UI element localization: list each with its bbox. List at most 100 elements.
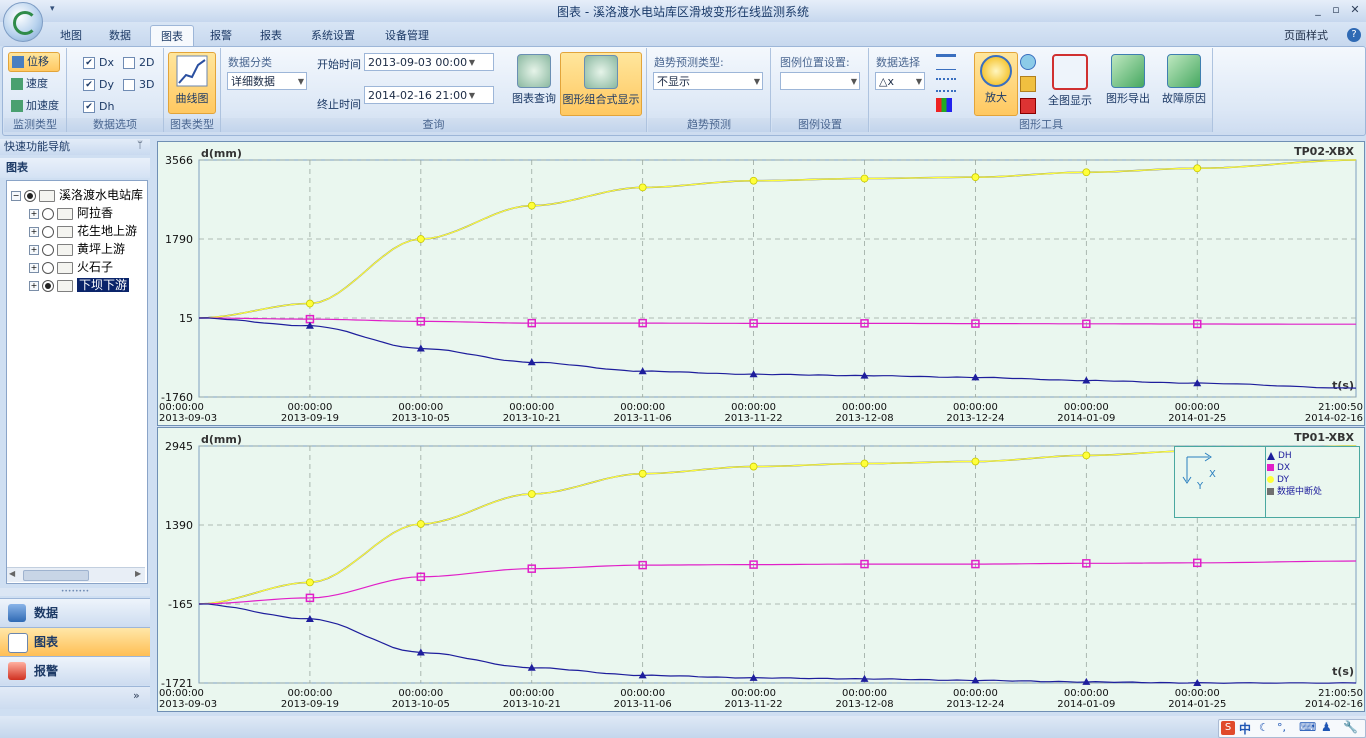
group-legend: 图例位置设置: ▼ 图例设置 bbox=[772, 48, 869, 132]
radio-icon[interactable] bbox=[42, 261, 54, 274]
expand-icon[interactable]: + bbox=[29, 226, 39, 237]
tree-node-huoshizi[interactable]: + 火石子 bbox=[29, 258, 113, 276]
tree-node-xiaba[interactable]: + 下坝下游 bbox=[29, 276, 130, 294]
group-trend: 趋势预测类型: 不显示 ▼ 趋势预测 bbox=[648, 48, 771, 132]
help-icon[interactable]: ? bbox=[1347, 28, 1361, 42]
maximize-button[interactable]: ▫ bbox=[1328, 2, 1344, 18]
expand-icon[interactable]: + bbox=[29, 208, 39, 219]
dh-checkbox[interactable]: ✔ Dh bbox=[83, 98, 114, 116]
pan-icon[interactable] bbox=[1020, 76, 1036, 92]
tab-map[interactable]: 地图 bbox=[52, 25, 90, 46]
page-style-menu[interactable]: 页面样式 bbox=[1284, 25, 1328, 46]
tree-node-root[interactable]: − 溪洛渡水电站库 bbox=[11, 186, 143, 204]
acceleration-button[interactable]: 加速度 bbox=[8, 97, 66, 115]
tree-node-alaxiang[interactable]: + 阿拉香 bbox=[29, 204, 113, 222]
tab-system-settings[interactable]: 系统设置 bbox=[302, 25, 364, 46]
x-tick-time: 00:00:00 bbox=[842, 688, 887, 699]
tab-report[interactable]: 报表 bbox=[250, 25, 292, 46]
tree-title: 图表 bbox=[0, 158, 150, 178]
y-axis-label: d(mm) bbox=[201, 433, 242, 446]
ime-logo-icon[interactable]: S bbox=[1221, 721, 1235, 735]
full-view-button[interactable]: 全图显示 bbox=[1042, 52, 1098, 116]
tree-node-huashengdi[interactable]: + 花生地上游 bbox=[29, 222, 137, 240]
pin-icon[interactable]: ᛘ bbox=[137, 140, 143, 151]
nav-button-data[interactable]: 数据 bbox=[0, 598, 150, 627]
radio-icon[interactable] bbox=[42, 207, 54, 220]
radio-icon[interactable] bbox=[42, 225, 54, 238]
2d-checkbox[interactable]: 2D bbox=[123, 54, 154, 72]
3d-checkbox[interactable]: 3D bbox=[123, 76, 154, 94]
x-tick-date: 2013-09-19 bbox=[281, 413, 339, 424]
chart-tp02[interactable]: 3566179015-1760d(mm)t(s)TP02-XBX00:00:00… bbox=[158, 142, 1364, 425]
scroll-right-icon[interactable]: ▶ bbox=[135, 569, 141, 578]
chart-query-button[interactable]: 图表查询 bbox=[509, 52, 559, 116]
splitter-grip[interactable]: •••••••• bbox=[0, 588, 150, 596]
velocity-button[interactable]: 速度 bbox=[8, 75, 64, 93]
more-icon[interactable]: » bbox=[133, 689, 140, 702]
moon-icon[interactable]: ☾ bbox=[1259, 721, 1269, 734]
radio-icon[interactable] bbox=[42, 279, 54, 292]
zoom-in-button[interactable]: 放大 bbox=[974, 52, 1018, 116]
nav-button-alarm[interactable]: 报警 bbox=[0, 656, 150, 685]
scrollbar-thumb[interactable] bbox=[23, 570, 89, 581]
data-select-combo[interactable]: △x ▼ bbox=[875, 72, 925, 90]
dx-checkbox[interactable]: ✔ Dx bbox=[83, 54, 114, 72]
x-tick-time: 21:00:50 bbox=[1318, 402, 1363, 413]
nav-button-chart[interactable]: 图表 bbox=[0, 627, 150, 656]
fault-reason-button[interactable]: 故障原因 bbox=[1158, 52, 1210, 116]
chevron-down-icon: ▼ bbox=[915, 77, 922, 86]
trend-type-select[interactable]: 不显示 ▼ bbox=[653, 72, 763, 90]
scroll-left-icon[interactable]: ◀ bbox=[9, 569, 15, 578]
tab-alarm[interactable]: 报警 bbox=[200, 25, 242, 46]
legend-label: 数据中断处 bbox=[1277, 487, 1323, 497]
tab-device-management[interactable]: 设备管理 bbox=[376, 25, 438, 46]
tree-node-huangping[interactable]: + 黄坪上游 bbox=[29, 240, 125, 258]
line-chart-button[interactable]: 曲线图 bbox=[168, 52, 216, 114]
punctuation-icon[interactable]: °, bbox=[1277, 721, 1286, 734]
expand-icon[interactable]: + bbox=[29, 262, 39, 273]
combined-display-button[interactable]: 图形组合式显示 bbox=[560, 52, 642, 116]
displacement-button[interactable]: 位移 bbox=[8, 52, 60, 72]
user-icon[interactable]: ♟ bbox=[1321, 720, 1332, 734]
end-time-input[interactable]: 2014-02-16 21:00 ▼ bbox=[364, 86, 494, 104]
x-tick-time: 00:00:00 bbox=[953, 688, 998, 699]
collapse-icon[interactable]: − bbox=[11, 190, 21, 201]
wrench-icon[interactable]: 🔧 bbox=[1343, 720, 1358, 734]
category-select[interactable]: 详细数据 ▼ bbox=[227, 72, 307, 90]
app-logo-icon[interactable] bbox=[3, 2, 43, 42]
checkbox-icon: ✔ bbox=[83, 79, 95, 91]
legend-position-label: 图例位置设置: bbox=[780, 56, 850, 69]
expand-icon[interactable]: + bbox=[29, 280, 39, 291]
chevron-down-icon[interactable]: ▼ bbox=[469, 87, 475, 105]
stop-icon[interactable] bbox=[1020, 98, 1036, 114]
dy-checkbox[interactable]: ✔ Dy bbox=[83, 76, 114, 94]
radio-icon[interactable] bbox=[42, 243, 54, 256]
keyboard-icon[interactable]: ⌨ bbox=[1299, 720, 1316, 734]
data-point-dy bbox=[971, 173, 980, 182]
legend-position-select[interactable]: ▼ bbox=[780, 72, 860, 90]
tree-horizontal-scrollbar[interactable]: ◀ ▶ bbox=[7, 567, 145, 582]
group-graph-tools: 数据选择 △x ▼ 放大 全图显示 图形导出 故障原因 图形工具 bbox=[870, 48, 1213, 132]
x-tick-date: 2014-01-09 bbox=[1057, 413, 1115, 424]
zoom-out-icon[interactable] bbox=[1020, 54, 1036, 70]
line-dash-icon[interactable] bbox=[936, 78, 956, 92]
ime-mode-label[interactable]: 中 bbox=[1239, 720, 1251, 737]
x-tick-date: 2014-01-25 bbox=[1168, 413, 1226, 424]
tab-data[interactable]: 数据 bbox=[100, 25, 140, 46]
chevron-down-icon[interactable]: ▼ bbox=[469, 54, 475, 72]
y-axis-label: d(mm) bbox=[201, 147, 242, 160]
folder-icon bbox=[57, 279, 73, 292]
ime-toolbar[interactable]: S 中 ☾ °, ⌨ ♟ 🔧 bbox=[1218, 719, 1366, 738]
minimize-button[interactable]: _ bbox=[1310, 2, 1326, 18]
line-style-icon[interactable] bbox=[936, 54, 956, 70]
radio-icon[interactable] bbox=[24, 189, 36, 202]
color-palette-icon[interactable] bbox=[936, 98, 952, 112]
close-button[interactable]: ✕ bbox=[1347, 2, 1363, 18]
velocity-icon bbox=[11, 78, 23, 90]
tab-chart[interactable]: 图表 bbox=[150, 25, 194, 47]
expand-icon[interactable]: + bbox=[29, 244, 39, 255]
export-chart-button[interactable]: 图形导出 bbox=[1102, 52, 1154, 116]
x-tick-date: 2013-12-24 bbox=[946, 699, 1004, 710]
start-time-input[interactable]: 2013-09-03 00:00 ▼ bbox=[364, 53, 494, 71]
axis-x-label: X bbox=[1209, 469, 1216, 480]
